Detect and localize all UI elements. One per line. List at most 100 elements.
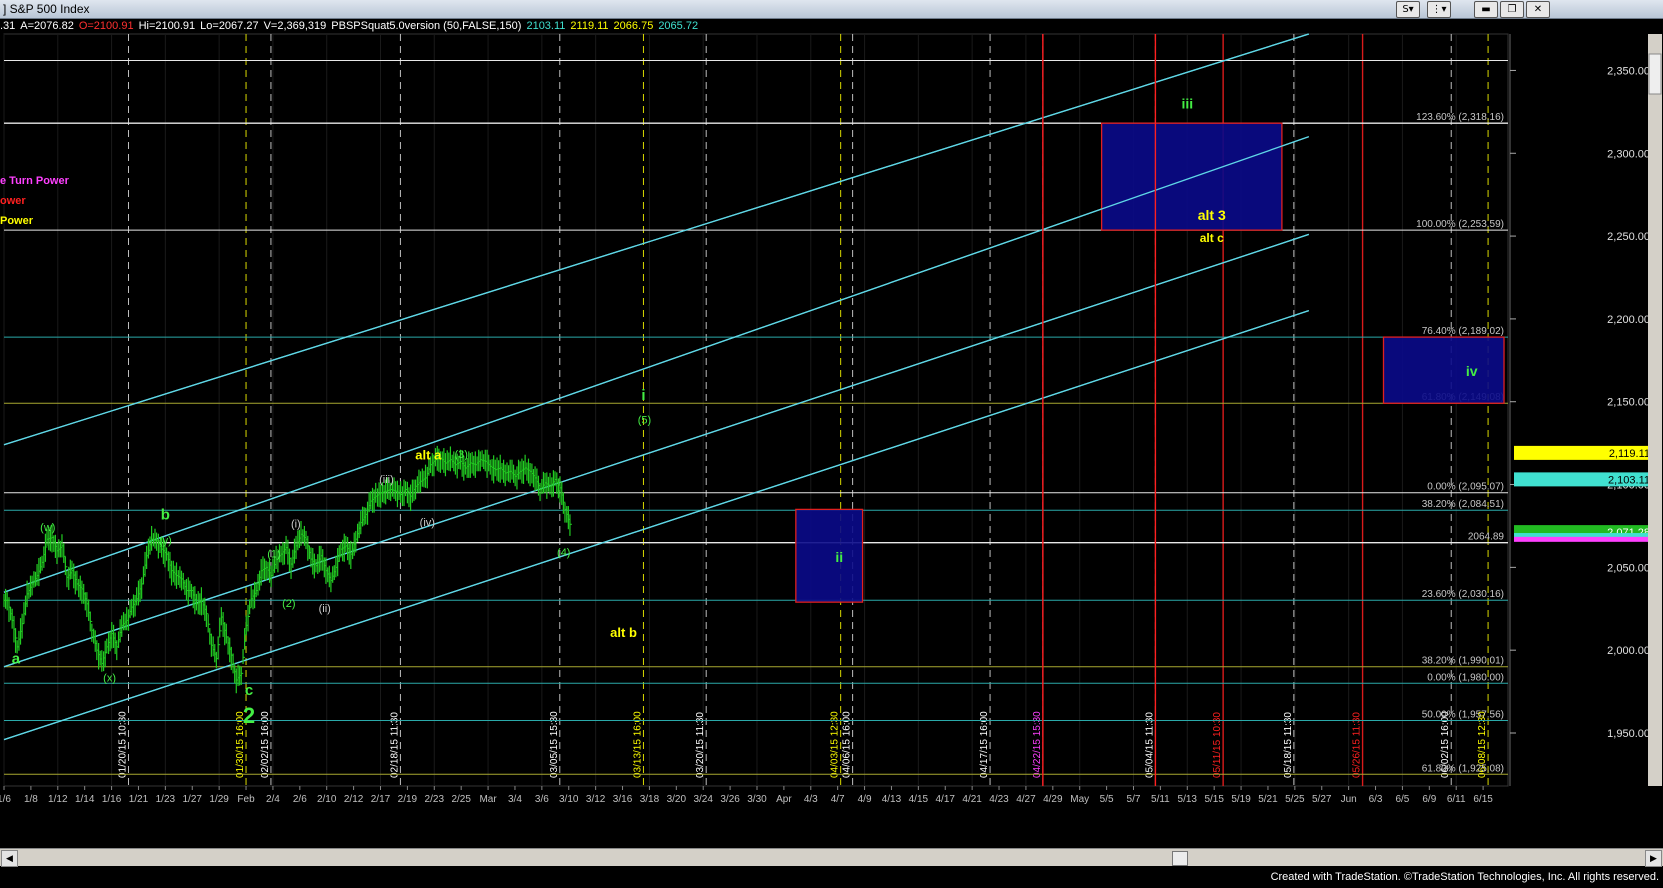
fib-level-label: 123.60% (2,318.16) (1416, 112, 1504, 123)
x-tick-label: 4/29 (1043, 794, 1063, 805)
wave-label: (x) (103, 673, 116, 685)
price-series (3, 445, 572, 694)
window-titlebar: ] S&P 500 Index S▾ ⋮▾ ▬ ❐ ✕ (0, 0, 1663, 19)
fib-level-label: 0.00% (2,095.07) (1427, 482, 1504, 493)
channel-line (3, 33, 1309, 446)
x-tick-label: 5/13 (1178, 794, 1198, 805)
x-tick-label: 1/27 (183, 794, 203, 805)
x-tick-label: 5/25 (1285, 794, 1305, 805)
wave-label: (4) (557, 547, 570, 559)
wave-label: (iv) (420, 517, 435, 529)
window-title: ] S&P 500 Index (3, 2, 90, 16)
x-tick-label: 3/24 (693, 794, 713, 805)
x-tick-label: Mar (479, 794, 497, 805)
x-tick-label: 6/11 (1447, 794, 1466, 805)
x-tick-label: 4/15 (909, 794, 929, 805)
price-flag-label: 2,103.11 (1608, 474, 1650, 486)
x-tick-label: 4/27 (1016, 794, 1036, 805)
y-tick-label: 1,950.00 (1607, 728, 1650, 740)
wave-label: 2 (243, 703, 255, 728)
x-tick-label: 4/13 (882, 794, 902, 805)
y-tick-label: 2,350.00 (1607, 65, 1650, 77)
channel-line (3, 309, 1309, 741)
y-tick-label: 2,050.00 (1607, 562, 1650, 574)
target-box (795, 508, 864, 603)
x-tick-label: 6/15 (1473, 794, 1493, 805)
close-button[interactable]: ✕ (1526, 1, 1550, 18)
x-tick-label: 1/16 (102, 794, 122, 805)
x-tick-label: 2/25 (451, 794, 471, 805)
x-tick-label: 5/7 (1127, 794, 1141, 805)
x-tick-label: Feb (237, 794, 255, 805)
x-tick-label: 6/9 (1422, 794, 1436, 805)
x-tick-label: 5/27 (1312, 794, 1332, 805)
x-tick-label: 1/29 (209, 794, 229, 805)
x-tick-label: 1/14 (75, 794, 95, 805)
x-tick-label: 2/17 (371, 794, 391, 805)
wave-label: (i) (291, 519, 301, 531)
wave-label: a (12, 650, 21, 667)
wave-label: (5) (638, 414, 651, 426)
y-scroll-thumb (1648, 53, 1662, 95)
y-tick-label: 2,200.00 (1607, 314, 1650, 326)
target-box (1382, 336, 1505, 404)
fib-level-label: 100.00% (2,253.59) (1416, 219, 1504, 230)
fib-level-label: 61.80% (1,925.08) (1422, 763, 1504, 774)
x-tick-label: 3/20 (667, 794, 687, 805)
time-marker-label: 05/26/15 11:30 (1352, 712, 1363, 778)
x-tick-label: 4/3 (804, 794, 818, 805)
target-box-label: iv (1466, 363, 1478, 379)
target-box-label: alt 3 (1198, 207, 1226, 223)
x-tick-label: 4/23 (989, 794, 1009, 805)
x-tick-label: 1/21 (129, 794, 149, 805)
legend-entry: Power (0, 215, 34, 227)
x-tick-label: 1/8 (24, 794, 38, 805)
wave-label: (1) (267, 548, 280, 560)
time-marker-label: 02/18/15 11:30 (389, 712, 400, 778)
x-tick-label: 3/26 (720, 794, 740, 805)
x-tick-label: 3/30 (747, 794, 767, 805)
wave-label: (3) (454, 449, 467, 461)
x-tick-label: 2/23 (425, 794, 445, 805)
wave-label: iii (1181, 96, 1193, 112)
y-tick-label: 2,300.00 (1607, 148, 1650, 160)
wave-label: (2) (282, 598, 295, 610)
x-tick-label: 6/3 (1369, 794, 1383, 805)
x-tick-label: 5/15 (1204, 794, 1224, 805)
target-box-sublabel: alt c (1200, 231, 1224, 245)
x-tick-label: 3/10 (559, 794, 579, 805)
fib-level-label: 50.00% (1,957.56) (1422, 709, 1504, 720)
wave-label: alt b (610, 625, 637, 640)
scroll-left-button[interactable]: ◀ (1, 850, 18, 867)
wave-label: i (641, 387, 645, 404)
scroll-right-button[interactable]: ▶ (1645, 850, 1662, 867)
fib-level-label: 0.00% (1,980.00) (1427, 672, 1504, 683)
y-axis-scrollbar (1648, 34, 1662, 786)
x-tick-label: 6/5 (1395, 794, 1409, 805)
x-tick-label: 1/6 (0, 794, 11, 805)
wave-label: (ii) (319, 603, 331, 615)
minimize-button[interactable]: ▬ (1474, 1, 1498, 18)
scroll-thumb[interactable] (1172, 851, 1188, 866)
indicator-menu-button[interactable]: ⋮▾ (1427, 1, 1451, 18)
target-box (1100, 122, 1283, 231)
x-tick-label: 2/4 (266, 794, 280, 805)
time-scrollbar[interactable]: ◀ ▶ (0, 848, 1663, 867)
x-tick-label: 4/7 (831, 794, 845, 805)
x-tick-label: 2/19 (398, 794, 418, 805)
wave-label: c (245, 682, 253, 699)
legend-entry: e Turn Power (0, 175, 70, 187)
wave-label: b (161, 506, 170, 523)
x-tick-label: May (1070, 794, 1089, 805)
symbol-menu-button[interactable]: S▾ (1396, 1, 1420, 18)
x-tick-label: Jun (1341, 794, 1357, 805)
x-tick-label: 4/21 (962, 794, 982, 805)
x-axis: 1/6 1/8 1/12 1/14 1/16 1/21 1/23 1/27 1/29 Feb 2/4… (0, 786, 1493, 805)
x-tick-label: 2/12 (344, 794, 364, 805)
y-axis: 1,950.002,000.002,050.002,100.002,150.00… (1509, 34, 1662, 786)
fib-level-label: 76.40% (2,189.02) (1422, 326, 1504, 337)
channel-line (3, 136, 1310, 593)
price-chart[interactable]: 01/20/15 10:30 01/30/15 16:00 02/02/15 16:… (0, 20, 1663, 848)
x-tick-label: 5/21 (1258, 794, 1278, 805)
restore-button[interactable]: ❐ (1500, 1, 1524, 18)
